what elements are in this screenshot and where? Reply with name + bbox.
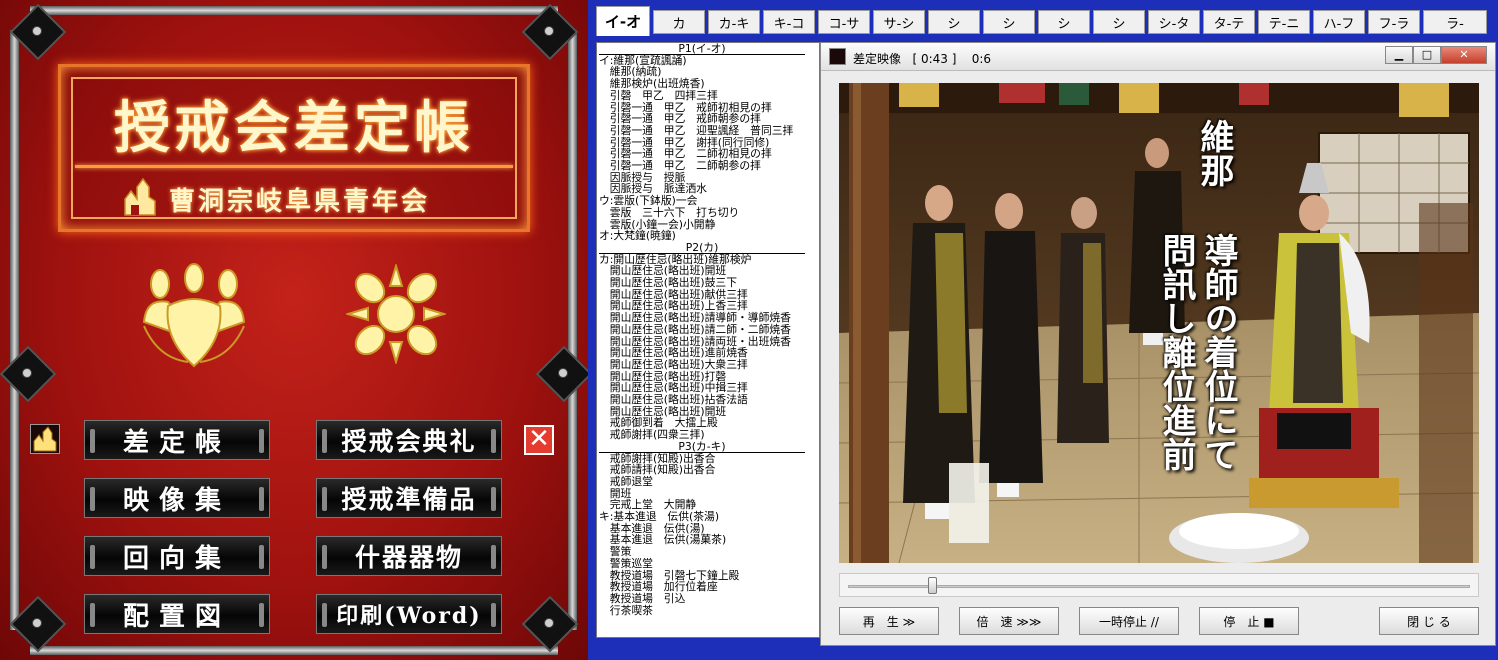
tab-2[interactable]: カ-キ bbox=[708, 10, 760, 34]
list-item[interactable]: 開山歴住忌(略出班)拈香法語 bbox=[599, 394, 819, 406]
right-frame-bar bbox=[568, 30, 577, 630]
utensils-button[interactable]: 什器器物 bbox=[316, 536, 502, 576]
preparation-items-button[interactable]: 授戒準備品 bbox=[316, 478, 502, 518]
video-collection-button[interactable]: 映像集 bbox=[84, 478, 270, 518]
list-item[interactable]: 基本進退 伝供(湯菓茶) bbox=[599, 534, 819, 546]
tab-6[interactable]: シ bbox=[928, 10, 980, 34]
video-caption-line-1: 導師の着位にて bbox=[1198, 233, 1238, 471]
seek-track bbox=[848, 585, 1470, 588]
tab-8[interactable]: シ bbox=[1038, 10, 1090, 34]
tab-14[interactable]: フ-ラ bbox=[1368, 10, 1420, 34]
exit-close-icon[interactable]: ✕ bbox=[524, 425, 554, 455]
ceremony-rites-button[interactable]: 授戒会典礼 bbox=[316, 420, 502, 460]
sajo-book-button[interactable]: 差定帳 bbox=[84, 420, 270, 460]
play-button[interactable]: 再 生 ≫ bbox=[839, 607, 939, 635]
tab-13[interactable]: ハ-フ bbox=[1313, 10, 1365, 34]
tab-12[interactable]: テ-ニ bbox=[1258, 10, 1310, 34]
title-divider bbox=[75, 165, 513, 168]
seal-logo-small-icon[interactable] bbox=[30, 424, 60, 454]
seek-thumb[interactable] bbox=[927, 577, 937, 594]
list-item[interactable]: 開山歴住忌(略出班)請二師・二師焼香 bbox=[599, 324, 819, 336]
title-frame: 授戒会差定帳 曹洞宗岐阜県青年会 bbox=[58, 64, 530, 232]
eko-collection-button[interactable]: 回向集 bbox=[84, 536, 270, 576]
corner-ornament-mid-right bbox=[520, 340, 588, 410]
gentian-crest-icon bbox=[344, 262, 448, 368]
paulownia-crest-icon bbox=[138, 262, 250, 372]
list-item[interactable]: 教授道場 引込 bbox=[599, 593, 819, 605]
list-item[interactable]: 戒師退堂 bbox=[599, 476, 819, 488]
ceremony-index-list[interactable]: P1(イ-オ) イ:維那(宣疏諷誦) 維那(納疏) 維那検炉(出班焼香) 引磬 甲… bbox=[596, 42, 820, 638]
tab-3[interactable]: キ-コ bbox=[763, 10, 815, 34]
pause-button[interactable]: 一時停止 // bbox=[1079, 607, 1179, 635]
seal-logo-icon bbox=[121, 177, 159, 221]
video-player-window: 差定映像 [ 0:43 ] 0:6 ▁ □ ✕ 維那 導師の着位にて 問訊し離位… bbox=[820, 42, 1496, 646]
corner-ornament-mid-left bbox=[0, 340, 74, 410]
app-title: 授戒会差定帳 bbox=[114, 95, 474, 161]
list-item[interactable]: 警策巡堂 bbox=[599, 558, 819, 570]
corner-ornament-top-left bbox=[4, 2, 74, 72]
seek-bar[interactable] bbox=[839, 573, 1479, 597]
corner-ornament-top-right bbox=[516, 2, 586, 72]
fast-forward-button[interactable]: 倍 速 ≫≫ bbox=[959, 607, 1059, 635]
video-frame[interactable]: 維那 導師の着位にて 問訊し離位進前 bbox=[839, 83, 1479, 563]
maximize-icon[interactable]: □ bbox=[1413, 46, 1441, 64]
list-item[interactable]: 開山歴住忌(略出班)鼓三下 bbox=[599, 277, 819, 289]
list-item[interactable]: 引磬一通 甲乙 二師朝参の拝 bbox=[599, 160, 819, 172]
list-item[interactable]: 開山歴住忌(略出班)大衆三拝 bbox=[599, 359, 819, 371]
section-header: P1(イ-オ) bbox=[599, 43, 805, 55]
close-icon[interactable]: ✕ bbox=[1441, 46, 1487, 64]
layout-diagram-button[interactable]: 配置図 bbox=[84, 594, 270, 634]
tab-0[interactable]: イ-オ bbox=[596, 6, 650, 36]
corner-ornament-bottom-right bbox=[516, 588, 586, 658]
tab-15[interactable]: ラ- bbox=[1423, 10, 1487, 34]
tab-4[interactable]: コ-サ bbox=[818, 10, 870, 34]
stop-button[interactable]: 停 止 ■ bbox=[1199, 607, 1299, 635]
section-header: P2(カ) bbox=[599, 242, 805, 254]
tab-10[interactable]: シ-タ bbox=[1148, 10, 1200, 34]
tab-9[interactable]: シ bbox=[1093, 10, 1145, 34]
app-logo-icon bbox=[829, 48, 846, 65]
player-titlebar[interactable]: 差定映像 [ 0:43 ] 0:6 ▁ □ ✕ bbox=[821, 43, 1495, 71]
organization-name: 曹洞宗岐阜県青年会 bbox=[169, 187, 431, 217]
main-menu-panel: 授戒会差定帳 曹洞宗岐阜県青年会 ✕ 差定帳 映像集 回向集 配置図 授戒会典礼… bbox=[0, 0, 588, 660]
list-item[interactable]: 引磬 甲乙 四拝三拝 bbox=[599, 90, 819, 102]
video-caption-role: 維那 bbox=[1194, 119, 1234, 187]
left-frame-bar bbox=[10, 30, 19, 630]
list-item[interactable]: 行茶喫茶 bbox=[599, 604, 819, 617]
player-title-text: 差定映像 [ 0:43 ] 0:6 bbox=[853, 52, 991, 66]
top-frame-bar bbox=[30, 6, 558, 15]
video-app-window: イ-オカカ-キ キ-コ コ-サ サ-シシシシシシ-タ タ-テ テ-ニ ハ-フ フ-ラ ラ- P1… bbox=[588, 0, 1498, 660]
video-caption-line-2: 問訊し離位進前 bbox=[1156, 233, 1196, 471]
section-header: P3(カ-キ) bbox=[599, 441, 805, 453]
close-player-button[interactable]: 閉 じ る bbox=[1379, 607, 1479, 635]
tab-5[interactable]: サ-シ bbox=[873, 10, 925, 34]
list-item[interactable]: 引磬一通 甲乙 迎聖諷経 普同三拝 bbox=[599, 125, 819, 137]
tab-1[interactable]: カ bbox=[653, 10, 705, 34]
tab-11[interactable]: タ-テ bbox=[1203, 10, 1255, 34]
list-item[interactable]: 雲版 三十六下 打ち切り bbox=[599, 207, 819, 219]
print-word-button[interactable]: 印刷(Word) bbox=[316, 594, 502, 634]
index-tab-bar: イ-オカカ-キ キ-コ コ-サ サ-シシシシシシ-タ タ-テ テ-ニ ハ-フ フ-ラ ラ- bbox=[596, 6, 1498, 36]
bottom-frame-bar bbox=[30, 646, 558, 655]
tab-7[interactable]: シ bbox=[983, 10, 1035, 34]
minimize-icon[interactable]: ▁ bbox=[1385, 46, 1413, 64]
corner-ornament-bottom-left bbox=[4, 588, 74, 658]
